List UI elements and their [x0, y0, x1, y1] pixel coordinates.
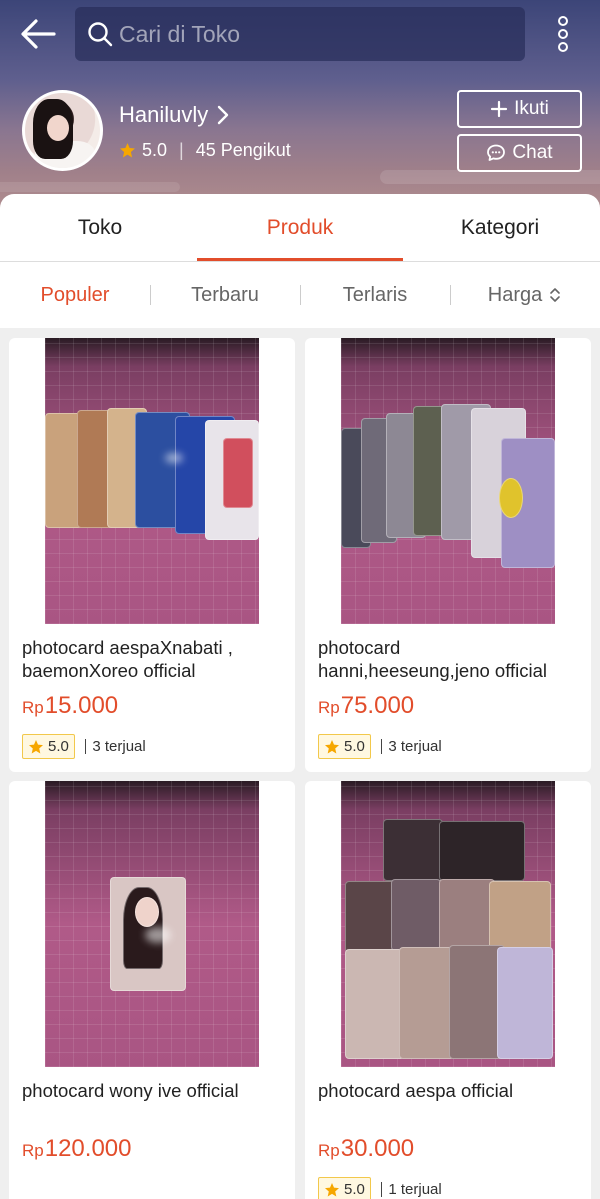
plus-icon [490, 100, 508, 118]
sort-terlaris[interactable]: Terlaris [300, 284, 450, 307]
rating-value: 5.0 [344, 738, 365, 755]
shop-name-link[interactable]: Haniluvly [119, 102, 230, 128]
product-card[interactable]: photocard aespaXnabati , baemonXoreo off… [9, 338, 295, 772]
star-icon [325, 1182, 339, 1197]
tab-toko[interactable]: Toko [0, 194, 200, 261]
product-meta: 5.0 1 terjual [318, 1177, 442, 1199]
shop-tabs: Toko Produk Kategori [0, 194, 600, 262]
rating-value: 5.0 [48, 738, 69, 755]
product-price: Rp120.000 [22, 1135, 132, 1163]
follow-label: Ikuti [514, 98, 549, 119]
sort-updown-icon [550, 288, 561, 302]
star-icon [325, 739, 339, 754]
product-title: photocard aespaXnabati , baemonXoreo off… [22, 637, 233, 681]
product-image [341, 781, 555, 1067]
sort-label: Terlaris [342, 283, 408, 306]
chat-button[interactable]: Chat [457, 134, 582, 172]
currency: Rp [22, 1141, 44, 1160]
shop-followers: 45 Pengikut [195, 140, 291, 160]
shop-name: Haniluvly [119, 102, 209, 127]
product-price: Rp15.000 [22, 692, 118, 720]
product-image [45, 781, 259, 1067]
product-title: photocard wony ive official [22, 1080, 239, 1101]
currency: Rp [22, 698, 44, 717]
shop-header: Haniluvly 5.0 | 45 Pengikut Ikuti Chat [0, 0, 600, 210]
product-price: Rp30.000 [318, 1135, 414, 1163]
shop-rating: 5.0 [142, 140, 168, 160]
star-icon [120, 143, 135, 158]
rating-value: 5.0 [344, 1181, 365, 1198]
currency: Rp [318, 1141, 340, 1160]
header-background-cloud [0, 182, 180, 192]
chat-bubble-icon [487, 144, 506, 161]
more-options-icon[interactable] [550, 14, 576, 54]
product-card[interactable]: photocard aespa official Rp30.000 5.0 1 … [305, 781, 591, 1199]
shop-stats: 5.0 | 45 Pengikut [119, 140, 291, 161]
chat-label: Chat [512, 142, 553, 163]
header-background-cloud [380, 170, 600, 184]
follow-button[interactable]: Ikuti [457, 90, 582, 128]
product-meta: 5.0 3 terjual [318, 734, 442, 759]
price-value: 30.000 [340, 1135, 415, 1162]
divider: | [179, 140, 184, 160]
search-bar[interactable] [75, 7, 525, 61]
search-icon [88, 22, 113, 47]
shop-avatar[interactable] [22, 90, 103, 171]
sold-count: 1 terjual [388, 1181, 442, 1198]
product-image [45, 338, 259, 624]
tab-kategori[interactable]: Kategori [400, 194, 600, 261]
product-card[interactable]: photocard hanni,heeseung,jeno official R… [305, 338, 591, 772]
tab-produk[interactable]: Produk [197, 194, 403, 261]
sort-populer[interactable]: Populer [0, 284, 150, 307]
product-title: photocard hanni,heeseung,jeno official [318, 637, 548, 681]
product-image [341, 338, 555, 624]
currency: Rp [318, 698, 340, 717]
star-icon [29, 739, 43, 754]
sold-count: 3 terjual [92, 738, 146, 755]
sort-label: Populer [40, 283, 110, 306]
sort-terbaru[interactable]: Terbaru [150, 284, 300, 307]
sort-bar: Populer Terbaru Terlaris Harga [0, 262, 600, 328]
price-value: 75.000 [340, 692, 415, 719]
sort-label: Terbaru [191, 283, 259, 306]
product-meta: 5.0 3 terjual [22, 734, 146, 759]
price-value: 15.000 [44, 692, 119, 719]
sort-label: Harga [487, 283, 543, 306]
price-value: 120.000 [44, 1135, 132, 1162]
product-price: Rp75.000 [318, 692, 414, 720]
back-arrow-icon[interactable] [16, 14, 60, 54]
search-input[interactable] [119, 20, 499, 48]
rating-badge: 5.0 [22, 734, 75, 759]
rating-badge: 5.0 [318, 1177, 371, 1199]
rating-badge: 5.0 [318, 734, 371, 759]
product-title: photocard aespa official [318, 1080, 514, 1101]
sort-harga[interactable]: Harga [450, 284, 600, 307]
sold-count: 3 terjual [388, 738, 442, 755]
chevron-right-icon [218, 105, 229, 125]
product-card[interactable]: photocard wony ive official Rp120.000 [9, 781, 295, 1199]
